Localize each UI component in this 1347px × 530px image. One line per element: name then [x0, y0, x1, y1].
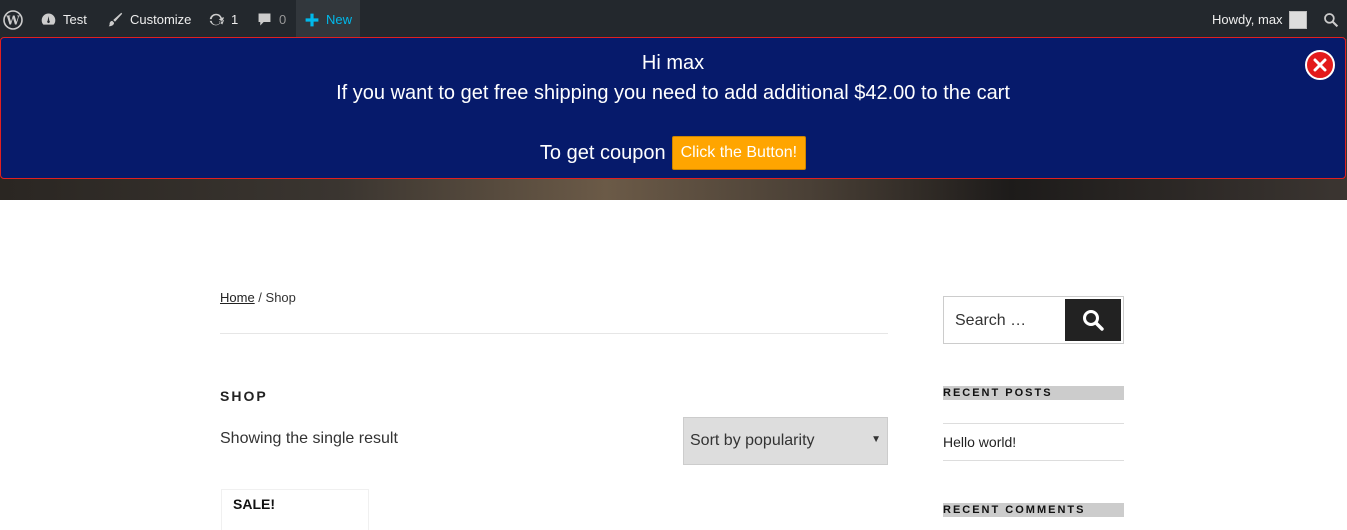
product-card[interactable]: SALE!: [221, 489, 369, 530]
breadcrumb-home-link[interactable]: Home: [220, 290, 255, 305]
search-form: [943, 296, 1124, 345]
dropdown-arrow-icon: ▼: [871, 434, 881, 445]
site-name-label: Test: [63, 12, 87, 27]
plus-icon: [305, 13, 319, 26]
avatar: [1288, 10, 1307, 29]
close-icon: [1313, 58, 1327, 72]
greeting-label: Howdy, max: [1212, 12, 1283, 27]
admin-bar: W Test Customize 1 0 New Howdy, max: [0, 0, 1347, 39]
updates-count: 1: [231, 12, 239, 27]
divider: [943, 423, 1124, 424]
search-input[interactable]: [944, 297, 1077, 345]
recent-posts-title: RECENT POSTS: [943, 386, 1124, 400]
admin-search-button[interactable]: [1323, 0, 1339, 39]
site-name-menu[interactable]: Test: [40, 0, 87, 39]
breadcrumb-current: Shop: [265, 290, 296, 305]
search-button[interactable]: [1065, 299, 1121, 341]
close-notice-button[interactable]: [1305, 50, 1335, 80]
sale-badge: SALE!: [233, 496, 275, 512]
comments-link[interactable]: 0: [256, 0, 286, 39]
paintbrush-icon: [108, 12, 123, 26]
comment-icon: [258, 13, 271, 26]
new-label: New: [326, 12, 353, 27]
coupon-prefix: To get coupon: [539, 141, 666, 164]
dashboard-icon: [41, 13, 56, 25]
notice-message: If you want to get free shipping you nee…: [336, 82, 1010, 104]
comments-count: 0: [279, 12, 287, 27]
svg-text:W: W: [5, 13, 20, 27]
notice-greeting: Hi max: [641, 52, 705, 74]
sort-select[interactable]: Sort by popularity ▼: [683, 417, 888, 465]
result-count: Showing the single result: [220, 430, 398, 447]
new-content-menu[interactable]: New: [296, 0, 361, 39]
recent-post-link[interactable]: Hello world!: [943, 434, 1016, 450]
divider: [220, 333, 888, 334]
search-icon: [1324, 12, 1339, 27]
free-shipping-notice: Hi max If you want to get free shipping …: [0, 37, 1346, 179]
updates-link[interactable]: 1: [207, 0, 238, 39]
wordpress-logo-icon[interactable]: W: [3, 0, 23, 39]
search-icon: [1083, 310, 1104, 331]
recent-comments-title: RECENT COMMENTS: [943, 503, 1124, 517]
customize-label: Customize: [130, 12, 192, 27]
coupon-row: To get coupon Click the Button!: [1, 136, 1345, 170]
my-account-menu[interactable]: Howdy, max: [1212, 0, 1307, 39]
customize-link[interactable]: Customize: [106, 0, 191, 39]
breadcrumb: Home / Shop: [220, 290, 296, 305]
updates-icon: [209, 13, 225, 25]
page-title: SHOP: [220, 388, 268, 404]
divider: [943, 460, 1124, 461]
breadcrumb-separator: /: [254, 290, 266, 305]
coupon-button[interactable]: Click the Button!: [671, 136, 807, 170]
sort-selected-value: Sort by popularity: [690, 432, 815, 449]
